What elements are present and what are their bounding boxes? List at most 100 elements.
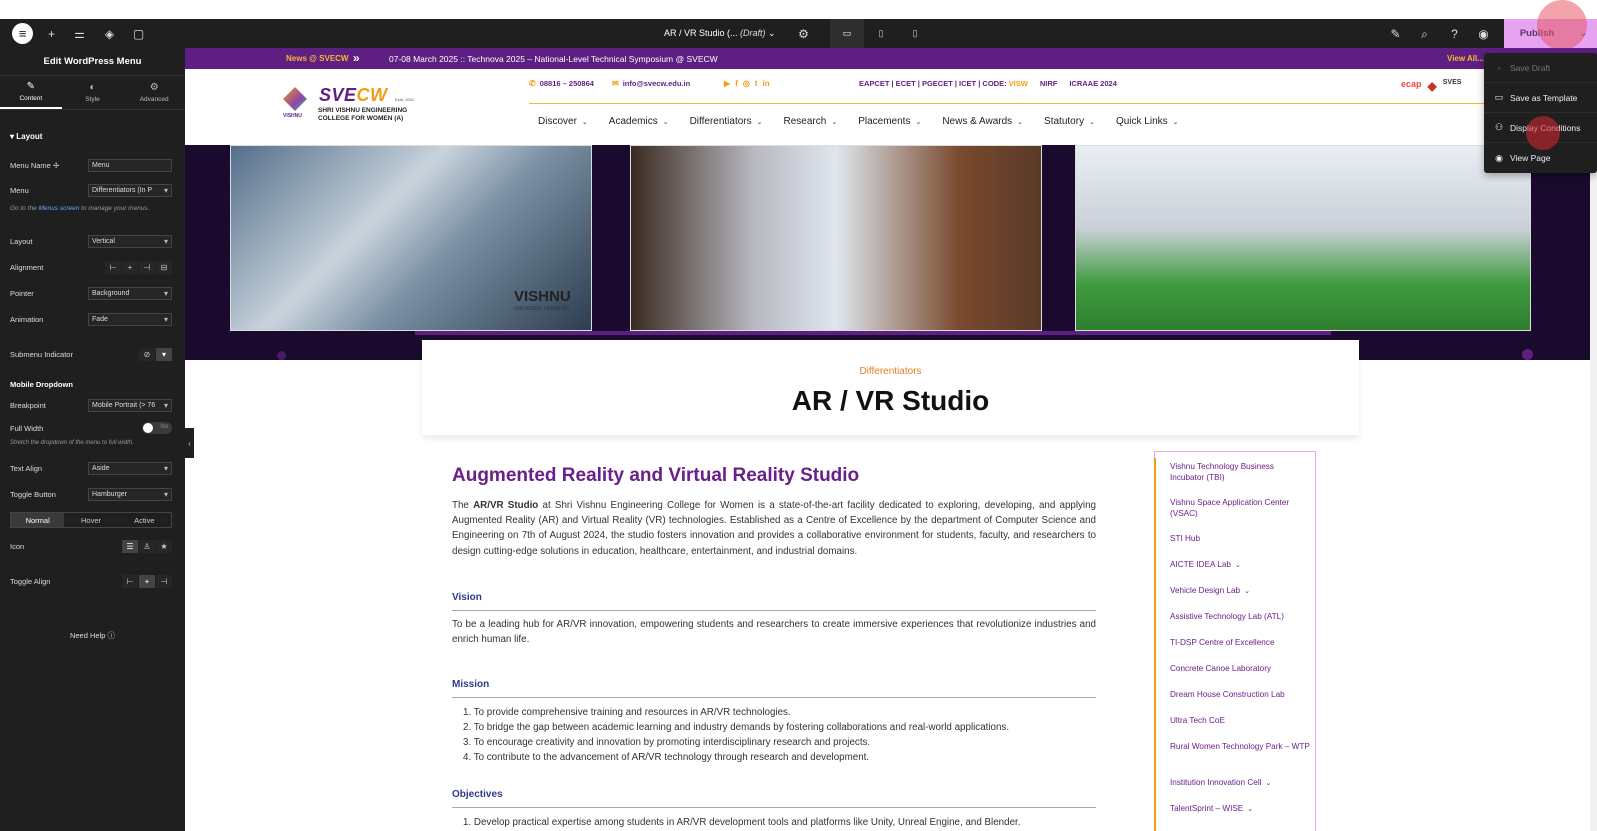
- mobile-view-icon[interactable]: ▯: [898, 19, 932, 48]
- sidebar-item-iic[interactable]: Institution Innovation Cell ⌄: [1170, 777, 1310, 789]
- nav-research[interactable]: Research ⌄: [784, 116, 838, 127]
- state-tab-hover[interactable]: Hover: [64, 513, 117, 527]
- animation-select-value: Fade: [92, 316, 108, 323]
- add-element-icon[interactable]: +: [43, 25, 60, 42]
- carousel-dot[interactable]: [1522, 349, 1533, 360]
- star-icon[interactable]: ★: [156, 540, 172, 553]
- align-right-icon[interactable]: ⊣: [156, 575, 172, 588]
- sidebar-item-vehicle-design-lab[interactable]: Vehicle Design Lab ⌄: [1170, 585, 1310, 597]
- email-contact[interactable]: ✉ info@svecw.edu.in: [612, 79, 690, 88]
- sidebar-item-rural-women-park[interactable]: Rural Women Technology Park – WTP: [1170, 741, 1310, 752]
- sidebar-item-aicte-idea-lab[interactable]: AICTE IDEA Lab ⌄: [1170, 559, 1310, 571]
- menus-screen-link[interactable]: Menus screen: [39, 205, 80, 212]
- mission-heading: Mission: [452, 679, 490, 690]
- twitter-icon[interactable]: t: [755, 79, 758, 88]
- need-help-link[interactable]: Need Help ⓘ: [0, 630, 185, 641]
- email-address: info@svecw.edu.in: [622, 79, 691, 88]
- differentiators-menu-widget[interactable]: Vishnu Technology Business Incubator (TB…: [1154, 451, 1316, 831]
- nirf-link[interactable]: NIRF: [1040, 79, 1058, 88]
- breadcrumb[interactable]: Differentiators: [422, 366, 1359, 377]
- save-as-template-item[interactable]: ▭ Save as Template: [1484, 83, 1597, 113]
- page-settings-gear-icon[interactable]: ⚙: [795, 25, 812, 42]
- view-all-link[interactable]: View All...: [1447, 54, 1484, 63]
- nav-academics[interactable]: Academics ⌄: [609, 116, 669, 127]
- sidebar-item-atl[interactable]: Assistive Technology Lab (ATL): [1170, 611, 1310, 622]
- nav-discover[interactable]: Discover ⌄: [538, 116, 588, 127]
- text-align-select[interactable]: Aside: [88, 462, 172, 475]
- none-icon[interactable]: ⊘: [139, 348, 155, 361]
- mobile-dropdown-heading: Mobile Dropdown: [10, 380, 73, 389]
- nav-statutory[interactable]: Statutory ⌄: [1044, 116, 1095, 127]
- align-start-icon[interactable]: ⊢: [105, 261, 121, 274]
- search-icon[interactable]: ⌕: [1416, 25, 1433, 42]
- tablet-view-icon[interactable]: ▯: [864, 19, 898, 48]
- phone-icon: ✆: [529, 79, 536, 88]
- sidebar-item-talentsprint[interactable]: TalentSprint – WISE ⌄: [1170, 803, 1310, 815]
- animation-select[interactable]: Fade: [88, 313, 172, 326]
- sidebar-item-ultra-tech[interactable]: Ultra Tech CoE: [1170, 715, 1310, 726]
- align-left-icon[interactable]: ⊢: [122, 575, 138, 588]
- tab-content[interactable]: ✎ Content: [0, 76, 62, 109]
- sidebar-item-vsac[interactable]: Vishnu Space Application Center (VSAC): [1170, 497, 1310, 519]
- nav-news-awards[interactable]: News & Awards ⌄: [942, 116, 1023, 127]
- sidebar-accent-bar: [1154, 458, 1156, 831]
- elementor-logo-icon[interactable]: ≡: [12, 23, 33, 44]
- hamburger-icon[interactable]: ☰: [122, 540, 138, 553]
- tab-advanced[interactable]: ⚙ Advanced: [123, 76, 185, 109]
- admission-codes[interactable]: EAPCET | ECET | PGECET | ICET | CODE: VI…: [859, 79, 1028, 88]
- list-item: 3. To encourage creativity and innovatio…: [463, 737, 871, 748]
- sidebar-item-tbi[interactable]: Vishnu Technology Business Incubator (TB…: [1170, 461, 1310, 483]
- youtube-icon[interactable]: ▶: [724, 79, 730, 88]
- facebook-icon[interactable]: f: [735, 79, 738, 88]
- phone-contact[interactable]: ✆ 08816 – 250864: [529, 79, 594, 88]
- menu-select[interactable]: Differentiators (In P: [88, 184, 172, 197]
- logo-line-2: COLLEGE FOR WOMEN (A): [318, 115, 404, 122]
- list-item: 1. To provide comprehensive training and…: [463, 707, 791, 718]
- sidebar-item-ti-dsp[interactable]: TI-DSP Centre of Excellence: [1170, 637, 1310, 648]
- document-title[interactable]: AR / VR Studio (... (Draft) ⌄: [664, 28, 776, 39]
- toggle-button-select[interactable]: Hamburger: [88, 488, 172, 501]
- section-layout-toggle[interactable]: ▾ Layout: [10, 132, 42, 141]
- desktop-view-icon[interactable]: ▭: [830, 19, 864, 48]
- pointer-select[interactable]: Background: [88, 287, 172, 300]
- nav-placements[interactable]: Placements ⌄: [858, 116, 921, 127]
- site-settings-icon[interactable]: ⚌: [71, 25, 88, 42]
- page-scrollbar[interactable]: [1590, 145, 1597, 831]
- state-tab-active[interactable]: Active: [118, 513, 171, 527]
- state-tab-normal[interactable]: Normal: [11, 513, 65, 527]
- align-end-icon[interactable]: ⊣: [139, 261, 155, 274]
- help-circle-icon: ⓘ: [107, 631, 116, 640]
- align-center-icon[interactable]: +: [122, 261, 138, 274]
- sidebar-item-dream-house[interactable]: Dream House Construction Lab: [1170, 689, 1310, 700]
- news-item[interactable]: 07-08 March 2025 :: Technova 2025 – Nati…: [389, 54, 718, 64]
- carousel-dot[interactable]: [277, 351, 286, 360]
- align-justify-icon[interactable]: ⊟: [156, 261, 172, 274]
- align-center-icon[interactable]: +: [139, 575, 155, 588]
- notes-icon[interactable]: ▢: [130, 25, 147, 42]
- instagram-icon[interactable]: ◎: [743, 79, 750, 88]
- menu-select-value: Differentiators (In P: [92, 187, 153, 194]
- sidebar-item-sti-hub[interactable]: STI Hub: [1170, 533, 1310, 544]
- sves-logo: SVES: [1442, 79, 1462, 86]
- caret-down-icon[interactable]: ▾: [156, 348, 172, 361]
- save-draft-item[interactable]: ▫ Save Draft: [1484, 53, 1597, 83]
- collapse-panel-handle[interactable]: ‹: [185, 428, 194, 458]
- preview-eye-icon[interactable]: ◉: [1475, 25, 1492, 42]
- nav-quick-links[interactable]: Quick Links ⌄: [1116, 116, 1179, 127]
- dynamic-tags-icon[interactable]: ✢: [53, 161, 59, 170]
- icraae-link[interactable]: ICRAAE 2024: [1069, 79, 1117, 88]
- nav-differentiators[interactable]: Differentiators ⌄: [690, 116, 763, 127]
- site-logo[interactable]: VISHNU SVECW Estd. 2001 SHRI VISHNU ENGI…: [283, 85, 418, 123]
- library-icon[interactable]: ♙: [139, 540, 155, 553]
- full-width-hint: Stretch the dropdown of the menu to full…: [10, 440, 134, 446]
- sidebar-item-concrete-canoe[interactable]: Concrete Canoe Laboratory: [1170, 663, 1310, 674]
- linkedin-icon[interactable]: in: [762, 79, 769, 88]
- help-icon[interactable]: ?: [1446, 25, 1463, 42]
- breakpoint-select[interactable]: Mobile Portrait (> 76: [88, 399, 172, 412]
- full-width-toggle[interactable]: No: [142, 422, 172, 434]
- notifications-icon[interactable]: ✎: [1387, 25, 1404, 42]
- layout-select[interactable]: Vertical: [88, 235, 172, 248]
- structure-layers-icon[interactable]: ◈: [101, 25, 118, 42]
- menu-name-input[interactable]: Menu: [88, 159, 172, 172]
- tab-style[interactable]: ◐ Style: [62, 76, 124, 109]
